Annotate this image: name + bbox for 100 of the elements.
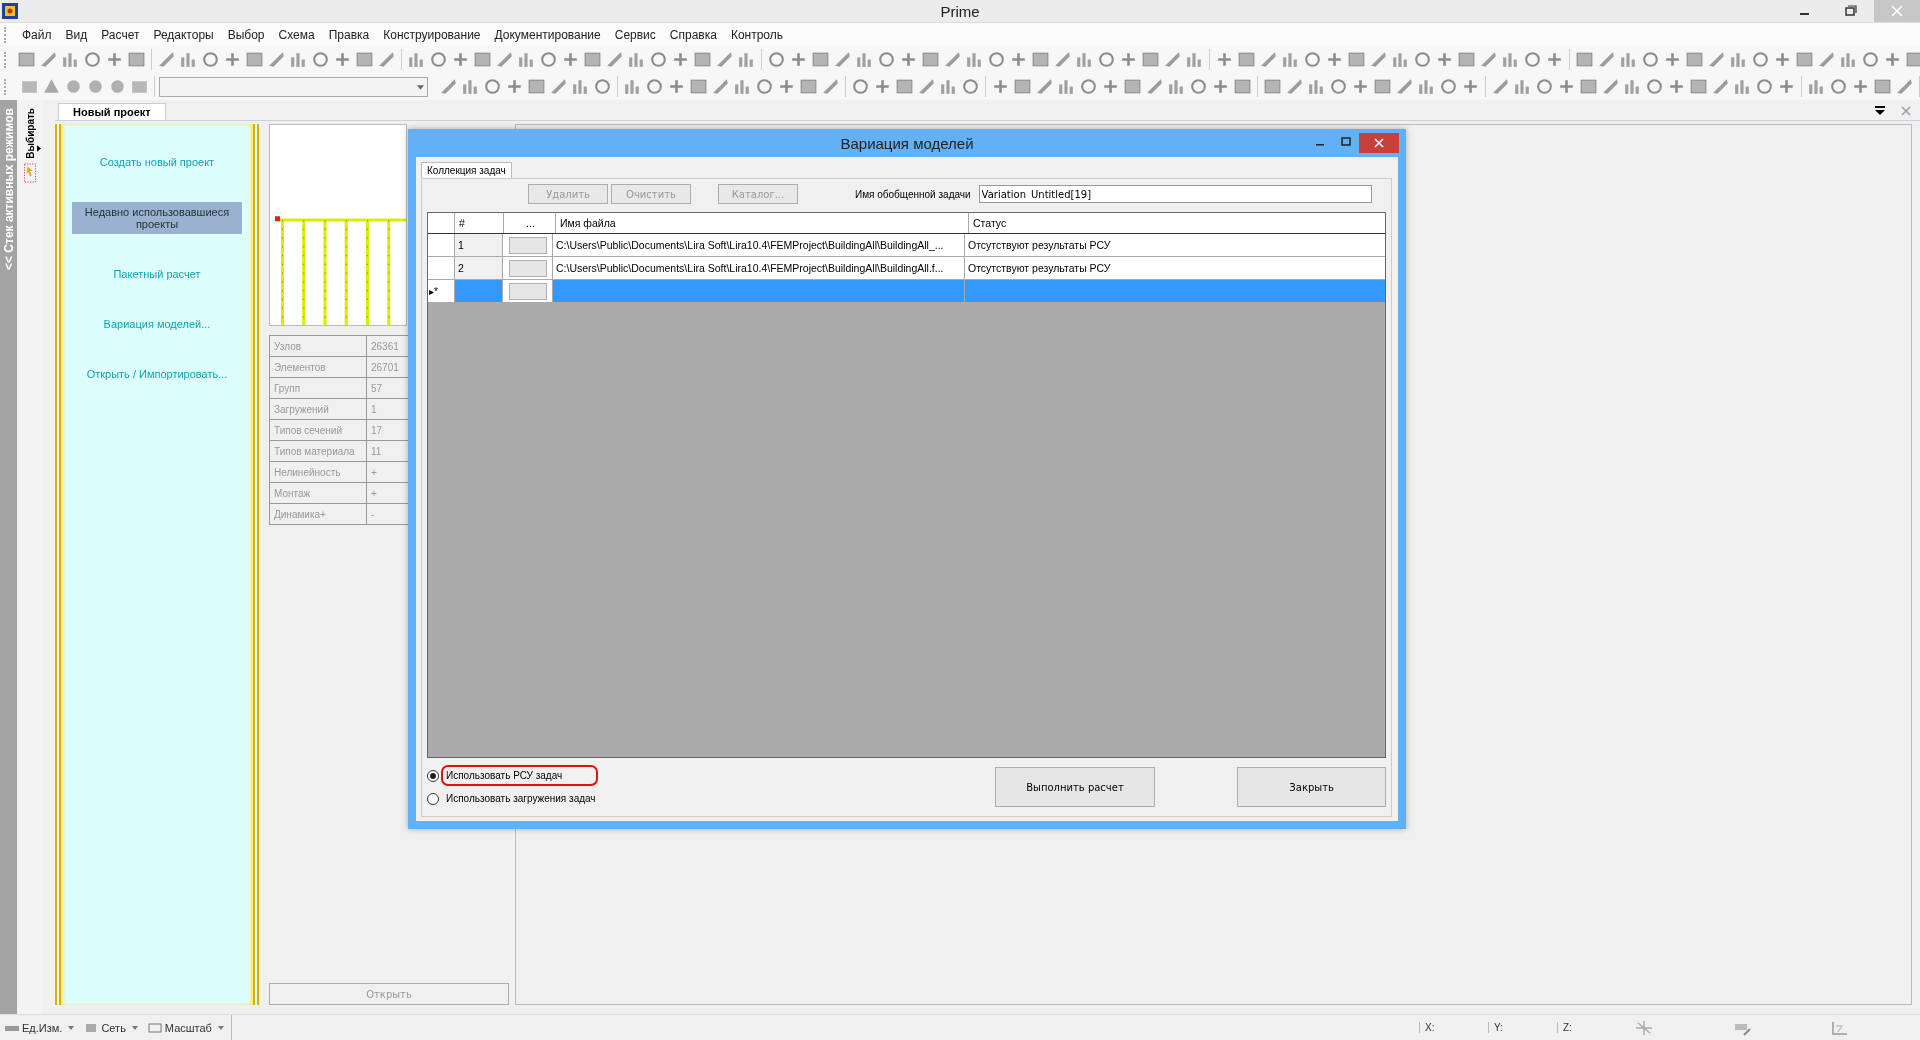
tool-icon[interactable] [714, 49, 735, 70]
tool-icon[interactable] [1162, 49, 1183, 70]
tool-icon[interactable] [1394, 76, 1415, 97]
tool-icon[interactable] [766, 49, 787, 70]
menu-item[interactable]: Вид [58, 27, 95, 42]
status-dropdown[interactable]: Масштаб [142, 1021, 229, 1034]
tool-icon[interactable] [1258, 49, 1279, 70]
tool-icon[interactable] [38, 49, 59, 70]
tool-icon[interactable] [960, 76, 981, 97]
menu-item[interactable]: Выбор [220, 27, 272, 42]
tool-icon[interactable] [82, 49, 103, 70]
dropdown-icon[interactable] [1874, 106, 1886, 116]
tool-icon[interactable] [376, 49, 397, 70]
browse-button[interactable] [508, 282, 547, 300]
tool-icon[interactable] [1894, 76, 1915, 97]
option-label[interactable]: Использовать РСУ задач [441, 765, 599, 786]
close-icon[interactable] [1900, 106, 1912, 116]
menu-item[interactable]: Схема [271, 27, 322, 42]
menu-item[interactable]: Редакторы [146, 27, 221, 42]
tool-icon[interactable] [1478, 49, 1499, 70]
action-button[interactable]: Закрыть [1237, 767, 1386, 807]
start-menu-item[interactable]: Недавно использовавшиеся проекты [72, 202, 242, 234]
tool-icon[interactable] [1188, 76, 1209, 97]
column-header[interactable]: Имя файла [556, 213, 969, 233]
tool-icon[interactable] [1706, 49, 1727, 70]
menu-item[interactable]: Справка [662, 27, 724, 42]
browse-button[interactable] [508, 236, 547, 254]
tool-icon[interactable] [494, 49, 515, 70]
table-row[interactable]: 2 C:\Users\Public\Documents\Lira Soft\Lira10.4\FEMProject\BuildingAll\BuildingAll.f... Отсутствуют результаты РСУ [428, 257, 1385, 280]
dropdown-field[interactable] [158, 76, 428, 97]
menu-item[interactable]: Файл [15, 27, 59, 42]
tool-icon[interactable] [1640, 49, 1661, 70]
tool-icon[interactable] [1644, 76, 1665, 97]
tool-icon[interactable] [1412, 49, 1433, 70]
snap-icon[interactable] [1634, 1019, 1654, 1036]
tool-icon[interactable] [1302, 49, 1323, 70]
tool-icon[interactable] [1596, 49, 1617, 70]
column-header[interactable]: ... [504, 213, 556, 233]
tool-icon[interactable] [1490, 76, 1511, 97]
tool-icon[interactable] [1096, 49, 1117, 70]
tool-icon[interactable] [710, 76, 731, 97]
menu-item[interactable]: Контроль [723, 27, 791, 42]
menu-item[interactable]: Правка [321, 27, 377, 42]
table-row[interactable]: ▸* [428, 280, 1385, 303]
tool-icon[interactable] [310, 49, 331, 70]
tool-icon[interactable] [1144, 76, 1165, 97]
dialog-tab[interactable]: Коллекция задач [421, 162, 512, 178]
tool-icon[interactable] [538, 49, 559, 70]
tool-icon[interactable] [604, 49, 625, 70]
tool-icon[interactable] [1600, 76, 1621, 97]
tool-icon[interactable] [1052, 49, 1073, 70]
tool-icon[interactable] [1710, 76, 1731, 97]
tool-icon[interactable] [266, 49, 287, 70]
table-row[interactable]: 1 C:\Users\Public\Documents\Lira Soft\Lira10.4\FEMProject\BuildingAll\BuildingAll_... Отсутствуют результаты РСУ [428, 234, 1385, 257]
tool-icon[interactable] [438, 76, 459, 97]
document-tab[interactable]: Новый проект [58, 103, 166, 120]
pointer-icon[interactable] [24, 162, 36, 183]
task-name-field[interactable]: Variation_Untitled[19] [978, 185, 1372, 203]
tool-icon[interactable] [592, 76, 613, 97]
menu-item[interactable]: Документирование [487, 27, 608, 42]
tool-icon[interactable] [986, 49, 1007, 70]
mode-label[interactable]: Выбирать [24, 108, 36, 159]
radio-button[interactable] [427, 792, 439, 805]
tool-icon[interactable] [1860, 49, 1881, 70]
menu-item[interactable]: Сервис [607, 27, 663, 42]
tool-icon[interactable] [876, 49, 897, 70]
tool-icon[interactable] [1438, 76, 1459, 97]
tool-icon[interactable] [156, 49, 177, 70]
arrow-icon[interactable] [37, 145, 41, 152]
tool-icon[interactable] [1754, 76, 1775, 97]
tool-icon[interactable] [1522, 49, 1543, 70]
tool-icon[interactable] [1328, 76, 1349, 97]
column-header[interactable]: Статус [969, 213, 1385, 233]
tool-icon[interactable] [1034, 76, 1055, 97]
close-icon[interactable] [1359, 133, 1399, 153]
option-label[interactable]: Использовать загружения задач [441, 788, 632, 809]
menu-item[interactable]: Конструирование [376, 27, 488, 42]
tool-icon[interactable] [482, 76, 503, 97]
tool-icon[interactable] [1828, 76, 1849, 97]
tool-icon[interactable] [916, 76, 937, 97]
menu-item[interactable]: Расчет [94, 27, 147, 42]
tool-icon[interactable] [942, 49, 963, 70]
tool-icon[interactable] [820, 76, 841, 97]
action-button[interactable]: Выполнить расчет [994, 767, 1156, 807]
tool-icon[interactable] [754, 76, 775, 97]
tool-icon[interactable] [832, 49, 853, 70]
caret-icon[interactable] [417, 84, 424, 90]
tool-icon[interactable] [1534, 76, 1555, 97]
tool-icon[interactable] [1078, 76, 1099, 97]
radio-button[interactable] [427, 769, 439, 782]
tool-icon[interactable] [850, 76, 871, 97]
tool-icon[interactable] [428, 49, 449, 70]
tool-icon[interactable] [1284, 76, 1305, 97]
browse-button[interactable] [508, 259, 547, 277]
tool-icon[interactable] [200, 49, 221, 70]
tool-icon[interactable] [1368, 49, 1389, 70]
tool-icon[interactable] [548, 76, 569, 97]
tool-icon[interactable] [1816, 49, 1837, 70]
angle-icon[interactable] [1830, 1019, 1850, 1036]
status-dropdown[interactable]: Сеть [79, 1021, 143, 1034]
